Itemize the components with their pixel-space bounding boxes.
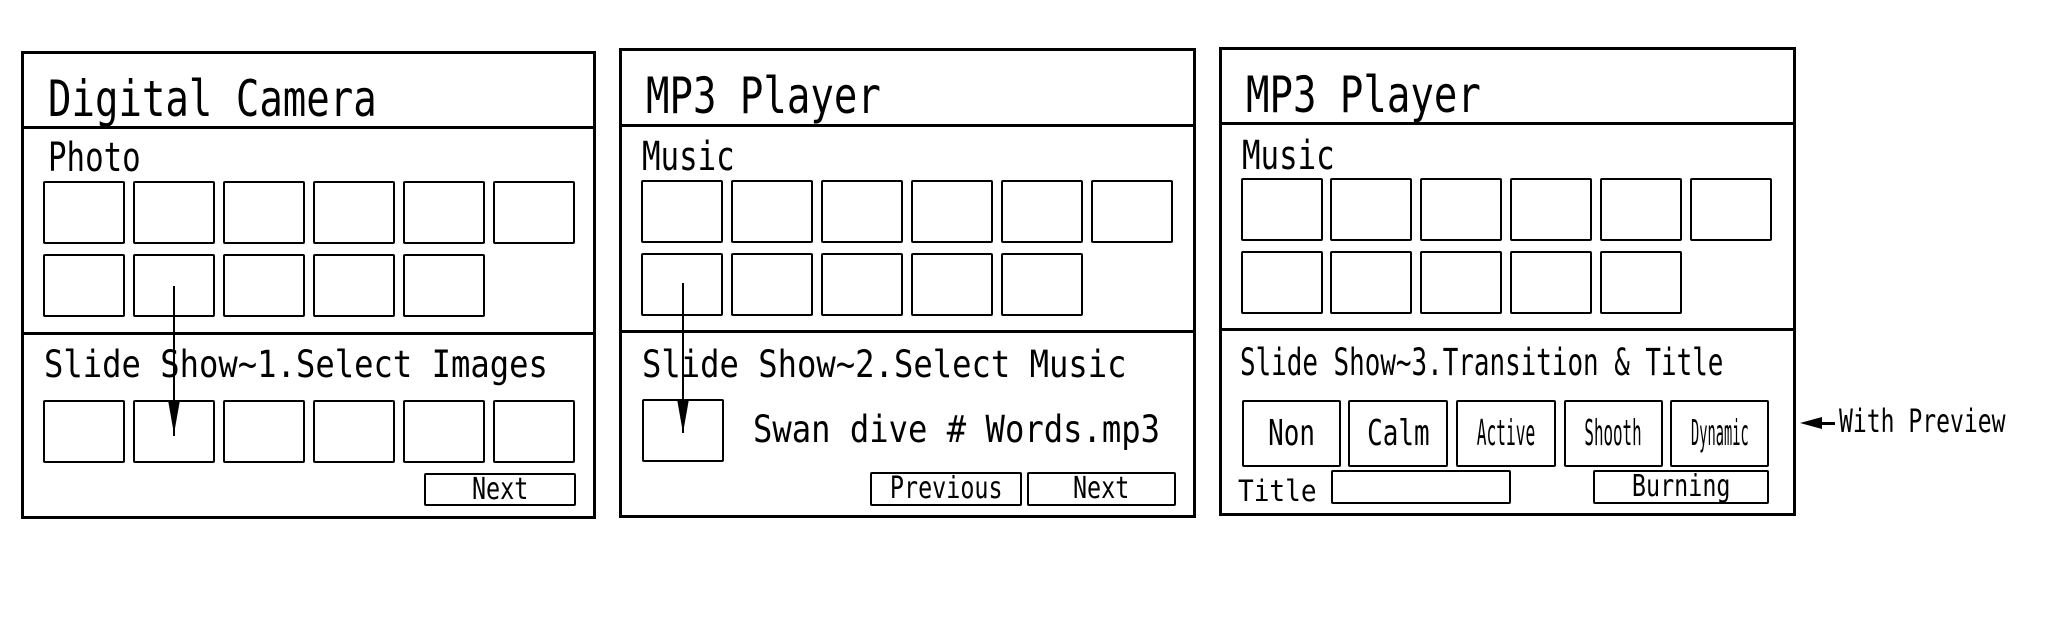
photo-thumbnail[interactable] bbox=[493, 181, 575, 244]
transition-label: Shooth bbox=[1584, 412, 1643, 454]
slideshow-slot[interactable] bbox=[493, 400, 575, 463]
transition-non-button[interactable]: Non bbox=[1242, 400, 1341, 467]
title-input[interactable] bbox=[1331, 470, 1511, 504]
music-thumbnail[interactable] bbox=[1241, 178, 1323, 241]
previous-button[interactable]: Previous bbox=[870, 472, 1022, 506]
music-thumbnail[interactable] bbox=[1091, 180, 1173, 243]
photo-thumbnail[interactable] bbox=[403, 254, 485, 317]
step-label: Slide Show~1.Select Images bbox=[44, 343, 548, 386]
music-thumbnail[interactable] bbox=[1001, 180, 1083, 243]
music-thumbnail[interactable] bbox=[911, 180, 993, 243]
music-thumbnail[interactable] bbox=[1510, 178, 1592, 241]
photo-thumbnail[interactable] bbox=[313, 254, 395, 317]
photo-thumbnail[interactable] bbox=[43, 254, 125, 317]
next-button-label: Next bbox=[471, 473, 529, 506]
music-thumbnail[interactable] bbox=[1420, 178, 1502, 241]
next-button[interactable]: Next bbox=[1027, 472, 1176, 506]
transition-active-button[interactable]: Active bbox=[1456, 400, 1556, 467]
device-title: Digital Camera bbox=[48, 70, 377, 128]
selected-track-name: Swan dive # Words.mp3 bbox=[753, 408, 1160, 451]
music-thumbnail[interactable] bbox=[911, 253, 993, 316]
previous-button-label: Previous bbox=[889, 472, 1003, 506]
music-thumbnail[interactable] bbox=[821, 253, 903, 316]
device-title: MP3 Player bbox=[1246, 66, 1481, 124]
mp3-transition-title-panel: MP3 Player Music Slide Show~3.Transition… bbox=[1219, 47, 1796, 516]
slideshow-slot[interactable] bbox=[403, 400, 485, 463]
music-thumbnail[interactable] bbox=[1330, 178, 1412, 241]
digital-camera-panel: Digital Camera Photo Slide Show~1.Select… bbox=[21, 51, 596, 519]
mp3-select-music-panel: MP3 Player Music Slide Show~2.Select Mus… bbox=[619, 48, 1196, 518]
music-thumbnail[interactable] bbox=[1690, 178, 1772, 241]
photo-thumbnail[interactable] bbox=[223, 181, 305, 244]
section-label-music: Music bbox=[642, 134, 735, 180]
slideshow-slot[interactable] bbox=[43, 400, 125, 463]
music-thumbnail[interactable] bbox=[1330, 251, 1412, 314]
music-thumbnail[interactable] bbox=[1600, 251, 1682, 314]
transition-dynamic-button[interactable]: Dynamic bbox=[1670, 400, 1769, 467]
transition-label: Non bbox=[1268, 412, 1315, 454]
next-button[interactable]: Next bbox=[424, 473, 576, 506]
music-thumbnail[interactable] bbox=[731, 253, 813, 316]
step-label: Slide Show~2.Select Music bbox=[642, 343, 1127, 386]
burning-button[interactable]: Burning bbox=[1593, 470, 1769, 504]
device-title: MP3 Player bbox=[646, 67, 881, 125]
transition-label: Calm bbox=[1366, 412, 1430, 454]
callout-line bbox=[1815, 422, 1835, 425]
music-thumbnail[interactable] bbox=[1420, 251, 1502, 314]
transition-label: Dynamic bbox=[1690, 412, 1749, 454]
section-divider bbox=[1222, 328, 1793, 331]
photo-thumbnail[interactable] bbox=[223, 254, 305, 317]
drag-arrow-head-icon bbox=[677, 399, 689, 433]
slideshow-slot[interactable] bbox=[223, 400, 305, 463]
header-divider bbox=[24, 126, 593, 129]
section-label-photo: Photo bbox=[48, 135, 141, 181]
burning-button-label: Burning bbox=[1631, 470, 1731, 504]
music-thumbnail[interactable] bbox=[1241, 251, 1323, 314]
callout-label: With Preview bbox=[1839, 402, 2006, 440]
next-button-label: Next bbox=[1073, 472, 1130, 506]
drag-arrow-head-icon bbox=[168, 400, 180, 434]
header-divider bbox=[622, 124, 1193, 127]
section-label-music: Music bbox=[1242, 133, 1335, 179]
header-divider bbox=[1222, 122, 1793, 125]
music-thumbnail[interactable] bbox=[1001, 253, 1083, 316]
music-thumbnail[interactable] bbox=[1600, 178, 1682, 241]
music-thumbnail[interactable] bbox=[821, 180, 903, 243]
photo-thumbnail[interactable] bbox=[313, 181, 395, 244]
transition-label: Active bbox=[1476, 412, 1536, 454]
step-label: Slide Show~3.Transition & Title bbox=[1240, 341, 1724, 384]
slideshow-slot[interactable] bbox=[313, 400, 395, 463]
music-thumbnail[interactable] bbox=[731, 180, 813, 243]
photo-thumbnail[interactable] bbox=[43, 181, 125, 244]
title-label: Title bbox=[1238, 474, 1317, 508]
transition-calm-button[interactable]: Calm bbox=[1348, 400, 1448, 467]
music-thumbnail[interactable] bbox=[641, 180, 723, 243]
transition-smooth-button[interactable]: Shooth bbox=[1564, 400, 1663, 467]
photo-thumbnail[interactable] bbox=[133, 181, 215, 244]
photo-thumbnail[interactable] bbox=[403, 181, 485, 244]
section-divider bbox=[622, 330, 1193, 333]
section-divider bbox=[24, 332, 593, 335]
music-thumbnail[interactable] bbox=[1510, 251, 1592, 314]
